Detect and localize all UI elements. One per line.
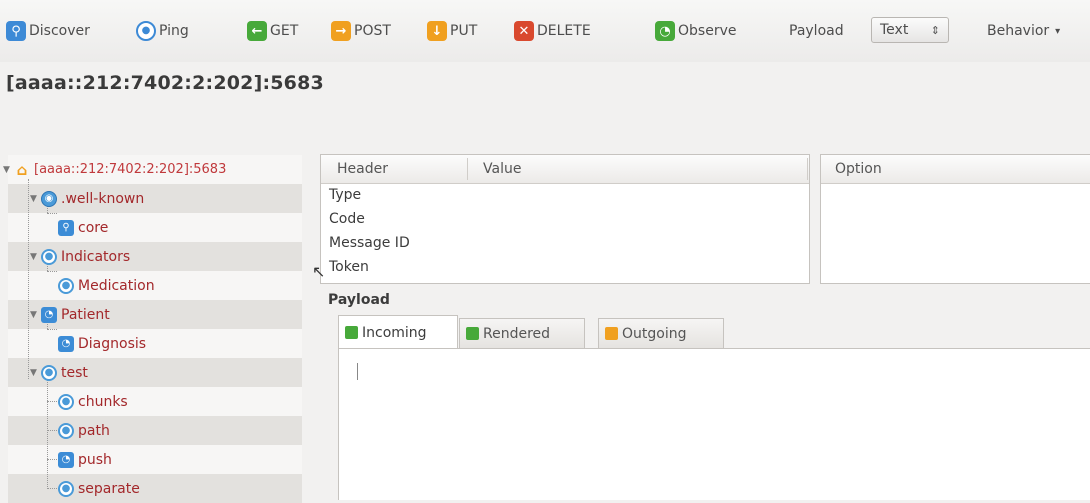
arrow-down-icon: ↓ (427, 21, 447, 41)
tab-incoming[interactable]: Incoming (338, 315, 458, 349)
post-label: POST (354, 23, 391, 39)
ping-icon: ● (136, 21, 156, 41)
toolbar: ⚲ Discover ● Ping ← GET → POST ↓ PUT ✕ D… (0, 0, 1090, 62)
observable-icon: ◔ (58, 451, 74, 468)
select-arrows-icon: ⇕ (930, 23, 940, 37)
payload-format-value: Text (880, 22, 909, 38)
resource-icon: ● (58, 277, 74, 294)
header-table-head: Header Value (321, 155, 809, 184)
observe-button[interactable]: ◔ Observe (655, 16, 736, 46)
incoming-icon (345, 326, 358, 339)
resource-icon: ● (58, 480, 74, 497)
tree-item-push[interactable]: ◔ push (58, 445, 112, 474)
delete-label: DELETE (537, 23, 591, 39)
delete-button[interactable]: ✕ DELETE (514, 16, 591, 46)
tree-root-label: [aaaa::212:7402:2:202]:5683 (34, 162, 227, 177)
rendered-icon (466, 327, 479, 340)
payload-editor[interactable] (338, 348, 1090, 500)
home-icon: ⌂ (16, 160, 28, 179)
tree-item-label: .well-known (61, 190, 145, 207)
endpoint-address: [aaaa::212:7402:2:202]:5683 (6, 72, 324, 94)
arrow-left-icon: ← (247, 21, 267, 41)
observable-icon: ◔ (41, 306, 57, 323)
get-button[interactable]: ← GET (247, 16, 298, 46)
tree-item-diagnosis[interactable]: ◔ Diagnosis (58, 329, 146, 358)
payload-format-select[interactable]: Text ⇕ (871, 17, 949, 43)
tree-item-indicators[interactable]: ▼ ● Indicators (30, 242, 130, 271)
resource-icon: ● (41, 248, 57, 265)
search-icon: ⚲ (6, 21, 26, 41)
resource-icon: ● (58, 393, 74, 410)
observe-label: Observe (678, 23, 737, 39)
text-caret (357, 363, 358, 380)
header-row-token: Token (329, 259, 369, 275)
behavior-label: Behavior (987, 23, 1050, 39)
resource-icon: ● (58, 422, 74, 439)
tab-outgoing[interactable]: Outgoing (598, 318, 724, 348)
tree-item-label: Patient (61, 306, 110, 323)
column-value[interactable]: Value (483, 161, 521, 177)
option-table: Option (820, 154, 1090, 284)
expand-arrow-icon: ▼ (30, 367, 37, 378)
mouse-cursor-icon: ↖ (312, 262, 326, 281)
get-label: GET (270, 23, 299, 39)
tab-label: Outgoing (622, 325, 687, 342)
tree-item-core[interactable]: ⚲ core (58, 213, 108, 242)
tree-item-patient[interactable]: ▼ ◔ Patient (30, 300, 110, 329)
tab-label: Rendered (483, 325, 551, 342)
tab-rendered[interactable]: Rendered (459, 318, 585, 348)
outgoing-icon (605, 327, 618, 340)
tree-item-label: separate (78, 480, 140, 497)
tree-item-label: push (78, 451, 112, 468)
resource-tree: ▼ ⌂ [aaaa::212:7402:2:202]:5683 ▼ ◉ .wel… (0, 155, 302, 503)
column-option[interactable]: Option (835, 161, 882, 177)
header-row-type: Type (329, 187, 362, 203)
resource-icon: ◉ (41, 190, 57, 207)
behavior-menu[interactable]: Behavior ▾ (987, 16, 1060, 46)
arrow-right-icon: → (331, 21, 351, 41)
search-icon: ⚲ (58, 219, 74, 236)
tree-item-label: chunks (78, 393, 128, 410)
tree-item-well-known[interactable]: ▼ ◉ .well-known (30, 184, 144, 213)
post-button[interactable]: → POST (331, 16, 391, 46)
tree-item-label: path (78, 422, 110, 439)
tree-item-medication[interactable]: ● Medication (58, 271, 155, 300)
tree-item-chunks[interactable]: ● chunks (58, 387, 128, 416)
tree-item-label: core (78, 219, 109, 236)
tab-label: Incoming (362, 324, 427, 341)
discover-button[interactable]: ⚲ Discover (6, 16, 90, 46)
put-button[interactable]: ↓ PUT (427, 16, 477, 46)
dropdown-arrow-icon: ▾ (1055, 25, 1061, 37)
column-header[interactable]: Header (337, 161, 388, 177)
discover-label: Discover (29, 23, 90, 39)
ping-button[interactable]: ● Ping (136, 16, 189, 46)
tree-item-path[interactable]: ● path (58, 416, 110, 445)
tree-root[interactable]: ▼ ⌂ [aaaa::212:7402:2:202]:5683 (3, 155, 226, 184)
tree-item-label: Medication (78, 277, 155, 294)
header-row-code: Code (329, 211, 365, 227)
put-label: PUT (450, 23, 478, 39)
payload-label: Payload (328, 292, 390, 308)
payload-format-label: Payload (789, 23, 844, 39)
close-icon: ✕ (514, 21, 534, 41)
expand-arrow-icon: ▼ (30, 193, 37, 204)
option-table-head: Option (821, 155, 1090, 184)
expand-arrow-icon: ▼ (30, 309, 37, 320)
header-table: Header Value Type Code Message ID Token (320, 154, 810, 284)
rss-icon: ◔ (655, 21, 675, 41)
tree-item-test[interactable]: ▼ ● test (30, 358, 88, 387)
tree-item-label: test (61, 364, 88, 381)
expand-arrow-icon: ▼ (30, 251, 37, 262)
tree-item-label: Diagnosis (78, 335, 147, 352)
resource-icon: ● (41, 364, 57, 381)
expand-arrow-icon: ▼ (3, 164, 10, 175)
observable-icon: ◔ (58, 335, 74, 352)
tree-item-label: Indicators (61, 248, 131, 265)
ping-label: Ping (159, 23, 189, 39)
header-row-message-id: Message ID (329, 235, 410, 251)
